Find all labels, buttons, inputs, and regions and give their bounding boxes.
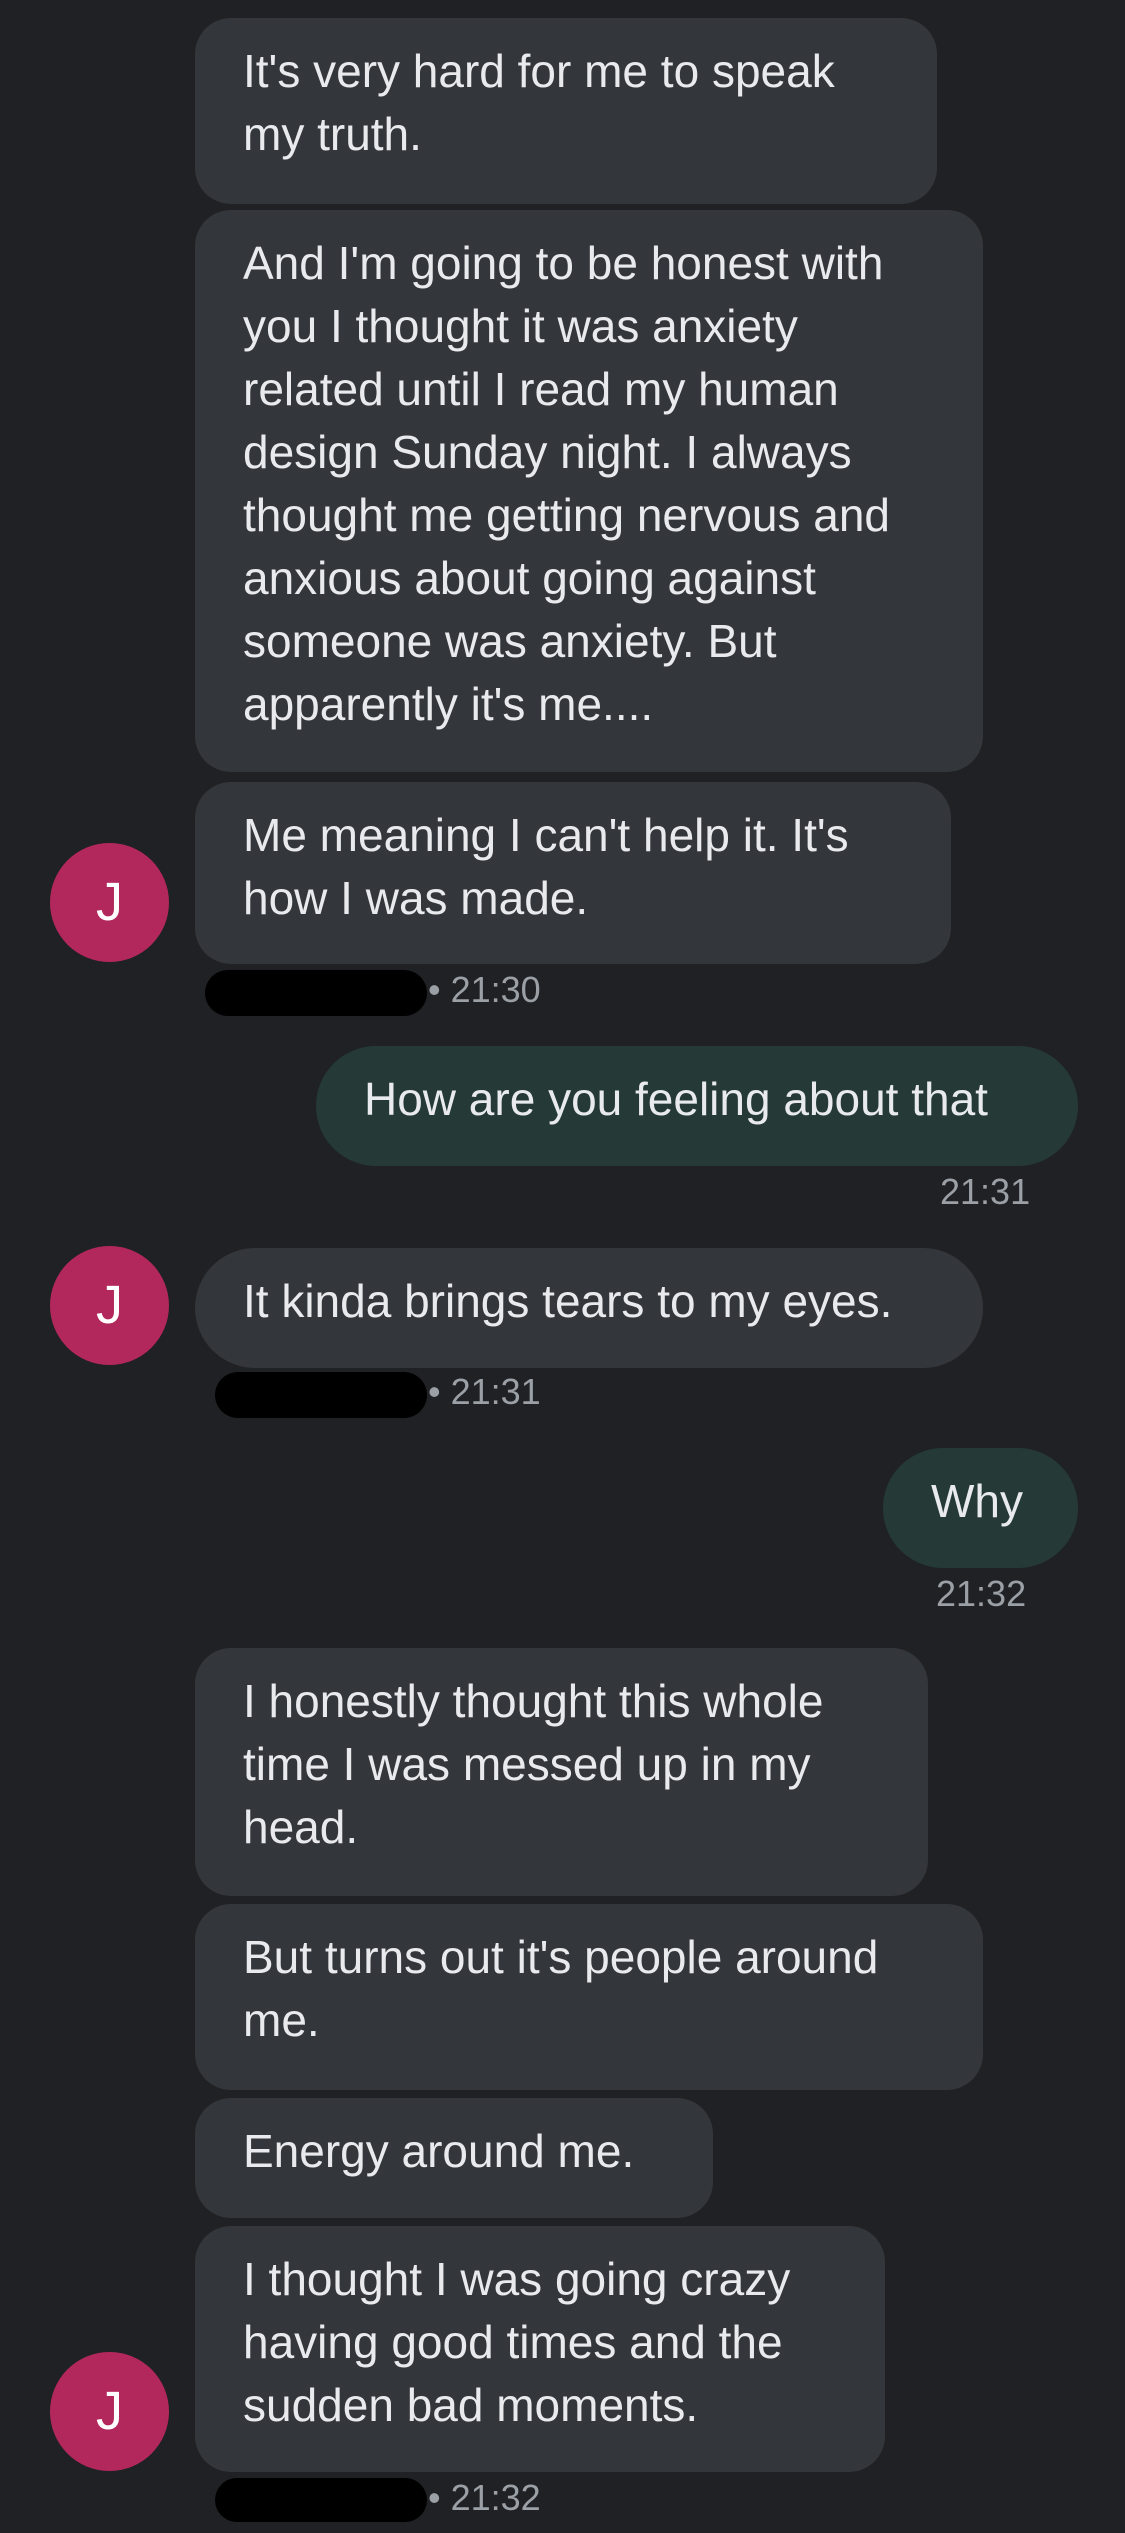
avatar-initial: J xyxy=(96,2381,123,2441)
redacted-sender-name xyxy=(205,970,427,1016)
avatar[interactable]: J xyxy=(50,2352,169,2471)
avatar-initial: J xyxy=(96,872,123,932)
separator-dot: • xyxy=(428,2477,451,2518)
incoming-message[interactable]: Energy around me. xyxy=(195,2098,713,2218)
message-meta: • 21:32 xyxy=(428,2476,541,2520)
incoming-message[interactable]: And I'm going to be honest with you I th… xyxy=(195,210,983,772)
message-meta: • 21:31 xyxy=(428,1370,541,1414)
timestamp: 21:32 xyxy=(450,2477,541,2518)
message-text: How are you feeling about that xyxy=(364,1073,988,1125)
message-meta: • 21:30 xyxy=(428,968,541,1012)
avatar[interactable]: J xyxy=(50,843,169,962)
outgoing-message[interactable]: How are you feeling about that xyxy=(316,1046,1078,1166)
outgoing-message[interactable]: Why xyxy=(883,1448,1078,1568)
message-text: But turns out it's people around me. xyxy=(243,1931,879,2046)
incoming-message[interactable]: I thought I was going crazy having good … xyxy=(195,2226,885,2472)
separator-dot: • xyxy=(428,1371,451,1412)
avatar-initial: J xyxy=(96,1275,123,1335)
timestamp: 21:31 xyxy=(940,1171,1031,1212)
incoming-message[interactable]: But turns out it's people around me. xyxy=(195,1904,983,2090)
incoming-message[interactable]: I honestly thought this whole time I was… xyxy=(195,1648,928,1896)
redacted-sender name xyxy=(215,1372,427,1418)
incoming-message[interactable]: It's very hard for me to speak my truth. xyxy=(195,18,937,204)
timestamp: 21:32 xyxy=(936,1573,1027,1614)
message-text: I honestly thought this whole time I was… xyxy=(243,1675,824,1853)
timestamp: 21:31 xyxy=(450,1371,541,1412)
separator-dot: • xyxy=(428,969,451,1010)
message-text: And I'm going to be honest with you I th… xyxy=(243,237,891,730)
conversation-view: It's very hard for me to speak my truth.… xyxy=(0,0,1125,2533)
message-text: Energy around me. xyxy=(243,2125,635,2177)
message-text: I thought I was going crazy having good … xyxy=(243,2253,791,2431)
message-text: It kinda brings tears to my eyes. xyxy=(243,1275,893,1327)
redacted-sender-name xyxy=(215,2478,427,2522)
incoming-message[interactable]: It kinda brings tears to my eyes. xyxy=(195,1248,983,1368)
message-text: Me meaning I can't help it. It's how I w… xyxy=(243,809,849,924)
avatar[interactable]: J xyxy=(50,1246,169,1365)
message-meta: 21:32 xyxy=(936,1572,1026,1616)
message-text: Why xyxy=(931,1475,1023,1527)
timestamp: 21:30 xyxy=(450,969,541,1010)
incoming-message[interactable]: Me meaning I can't help it. It's how I w… xyxy=(195,782,951,964)
message-text: It's very hard for me to speak my truth. xyxy=(243,45,835,160)
message-meta: 21:31 xyxy=(940,1170,1030,1214)
